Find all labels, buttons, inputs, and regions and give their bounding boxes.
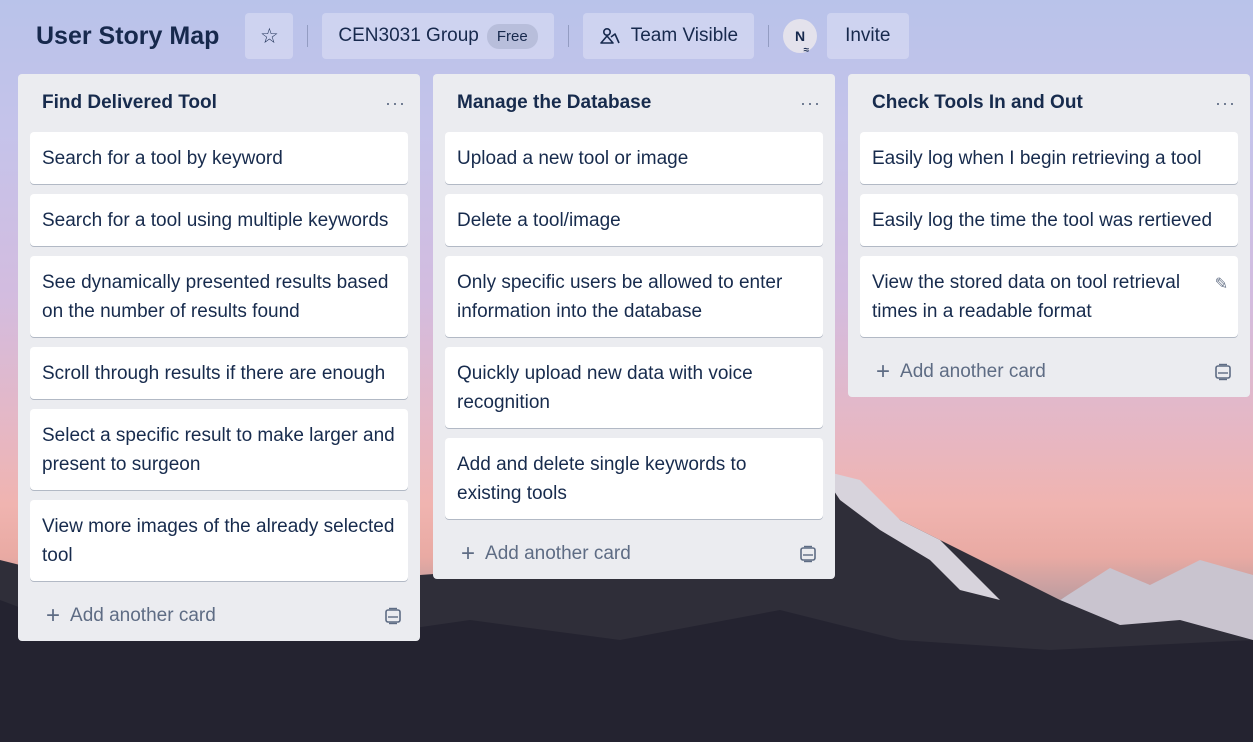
team-name: CEN3031 Group xyxy=(338,25,479,46)
card[interactable]: Delete a tool/image xyxy=(445,194,823,246)
add-card-row: + Add another card xyxy=(18,591,420,641)
plus-icon: + xyxy=(461,540,476,567)
card-hovered[interactable]: View the stored data on tool retrieval t… xyxy=(860,256,1238,337)
card[interactable]: Select a specific result to make larger … xyxy=(30,409,408,490)
board-title[interactable]: User Story Map xyxy=(22,16,233,57)
list-title[interactable]: Manage the Database xyxy=(457,92,651,114)
list-menu-icon[interactable]: ··· xyxy=(800,93,821,114)
board-header: User Story Map ☆ CEN3031 Group Free Team… xyxy=(0,0,1253,72)
card[interactable]: Scroll through results if there are enou… xyxy=(30,347,408,399)
plus-icon: + xyxy=(46,602,61,629)
list-manage-the-database: Manage the Database ··· Upload a new too… xyxy=(433,74,835,579)
card-text: View the stored data on tool retrieval t… xyxy=(872,272,1181,322)
invite-button[interactable]: Invite xyxy=(827,13,909,59)
card-template-icon[interactable] xyxy=(384,607,402,625)
pencil-icon[interactable]: ✎ xyxy=(1215,270,1228,299)
card-template-icon[interactable] xyxy=(1214,363,1232,381)
list-header: Manage the Database ··· xyxy=(433,74,835,132)
card[interactable]: Search for a tool using multiple keyword… xyxy=(30,194,408,246)
header-divider xyxy=(768,25,770,47)
plan-badge: Free xyxy=(486,23,538,49)
header-divider xyxy=(307,25,309,47)
card[interactable]: Quickly upload new data with voice recog… xyxy=(445,347,823,428)
admin-chevron-icon: ≈ xyxy=(803,45,810,56)
add-card-button[interactable]: + Add another card xyxy=(876,360,1046,384)
list-header: Check Tools In and Out ··· xyxy=(848,74,1250,132)
card[interactable]: Easily log the time the tool was rertiev… xyxy=(860,194,1238,246)
card[interactable]: Easily log when I begin retrieving a too… xyxy=(860,132,1238,184)
header-divider xyxy=(567,25,569,47)
plus-icon: + xyxy=(876,358,891,385)
avatar[interactable]: N ≈ xyxy=(783,19,818,56)
card[interactable]: Search for a tool by keyword xyxy=(30,132,408,184)
list-check-tools-in-and-out: Check Tools In and Out ··· Easily log wh… xyxy=(848,74,1250,397)
list-find-delivered-tool: Find Delivered Tool ··· Search for a too… xyxy=(18,74,420,641)
add-card-label: Add another card xyxy=(485,543,631,564)
card[interactable]: Only specific users be allowed to enter … xyxy=(445,256,823,337)
list-title[interactable]: Find Delivered Tool xyxy=(42,92,217,114)
star-icon: ☆ xyxy=(259,24,279,48)
add-card-label: Add another card xyxy=(900,361,1046,382)
visibility-label: Team Visible xyxy=(630,25,739,46)
card-template-icon[interactable] xyxy=(799,545,817,563)
list-header: Find Delivered Tool ··· xyxy=(18,74,420,132)
star-button[interactable]: ☆ xyxy=(245,13,294,59)
card[interactable]: See dynamically presented results based … xyxy=(30,256,408,337)
add-card-row: + Add another card xyxy=(433,529,835,579)
list-title[interactable]: Check Tools In and Out xyxy=(872,92,1083,114)
card[interactable]: Add and delete single keywords to existi… xyxy=(445,438,823,519)
list-menu-icon[interactable]: ··· xyxy=(1215,93,1236,114)
add-card-row: + Add another card xyxy=(848,347,1250,397)
visibility-button[interactable]: Team Visible xyxy=(582,13,755,59)
list-menu-icon[interactable]: ··· xyxy=(385,93,406,114)
card[interactable]: View more images of the already selected… xyxy=(30,500,408,581)
team-visible-icon xyxy=(599,27,620,44)
card[interactable]: Upload a new tool or image xyxy=(445,132,823,184)
team-button[interactable]: CEN3031 Group Free xyxy=(322,13,554,59)
avatar-initial: N xyxy=(795,28,806,44)
add-card-button[interactable]: + Add another card xyxy=(461,542,631,566)
add-card-label: Add another card xyxy=(70,605,216,626)
add-card-button[interactable]: + Add another card xyxy=(46,604,216,628)
